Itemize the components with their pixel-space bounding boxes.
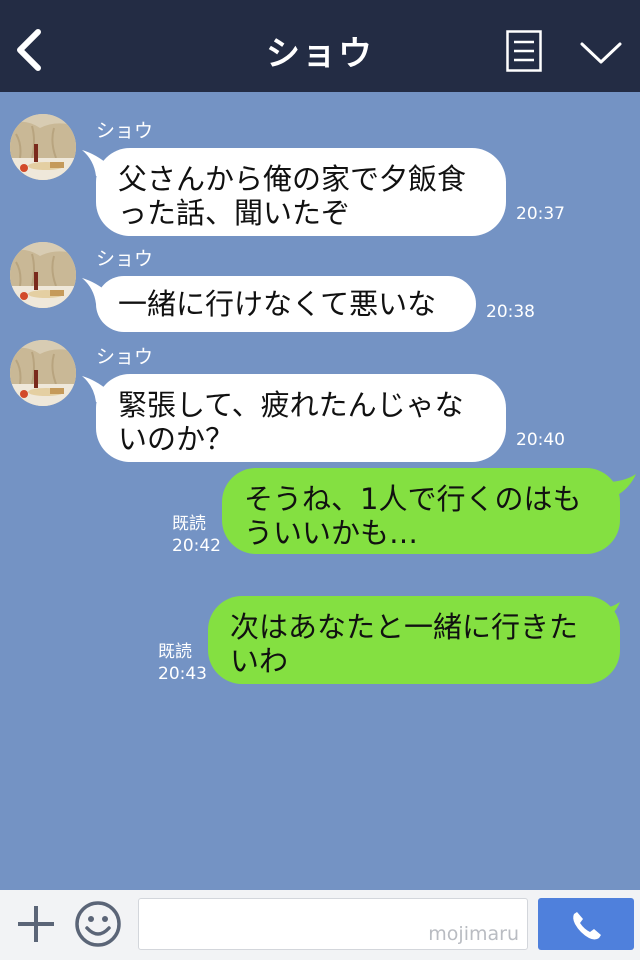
call-button[interactable] [538,898,634,950]
avatar-image [10,242,76,308]
chat-header: ショウ [0,0,640,92]
add-attachment-button[interactable] [14,902,58,946]
avatar[interactable] [10,242,76,308]
avatar-image [10,114,76,180]
chat-area[interactable]: ショウ 父さんから俺の家で夕飯食 った話、聞いたぞ 20:37 ショウ 一緒に行… [0,92,640,890]
input-bar: mojimaru [0,890,640,960]
read-receipt: 既読 [172,514,206,534]
chevron-down-icon [580,42,622,64]
menu-toggle-button[interactable] [578,36,624,68]
emoji-button[interactable] [74,900,122,948]
phone-icon [573,912,601,940]
message-input[interactable]: mojimaru [138,898,528,950]
plus-icon [18,906,54,942]
memo-button[interactable] [506,30,542,72]
avatar[interactable] [10,340,76,406]
sender-name: ショウ [96,248,154,270]
smiley-icon [75,901,121,947]
message-bubble[interactable]: 緊張して、疲れたんじゃな いのか？ [96,374,506,462]
message-bubble[interactable]: そうね、1人で行くのはも ういいかも… [222,468,620,554]
avatar-image [10,340,76,406]
watermark-text: mojimaru [428,923,519,945]
message-time: 20:40 [516,430,565,450]
message-time: 20:43 [158,664,207,684]
message-time: 20:37 [516,204,565,224]
sender-name: ショウ [96,346,154,368]
message-time: 20:38 [486,302,535,322]
message-bubble[interactable]: 一緒に行けなくて悪いな [96,276,476,332]
chat-title: ショウ [266,34,374,74]
sender-name: ショウ [96,120,154,142]
message-time: 20:42 [172,536,221,556]
note-icon [506,30,542,72]
message-bubble[interactable]: 次はあなたと一緒に行きた いわ [208,596,620,684]
message-bubble[interactable]: 父さんから俺の家で夕飯食 った話、聞いたぞ [96,148,506,236]
avatar[interactable] [10,114,76,180]
read-receipt: 既読 [158,642,192,662]
